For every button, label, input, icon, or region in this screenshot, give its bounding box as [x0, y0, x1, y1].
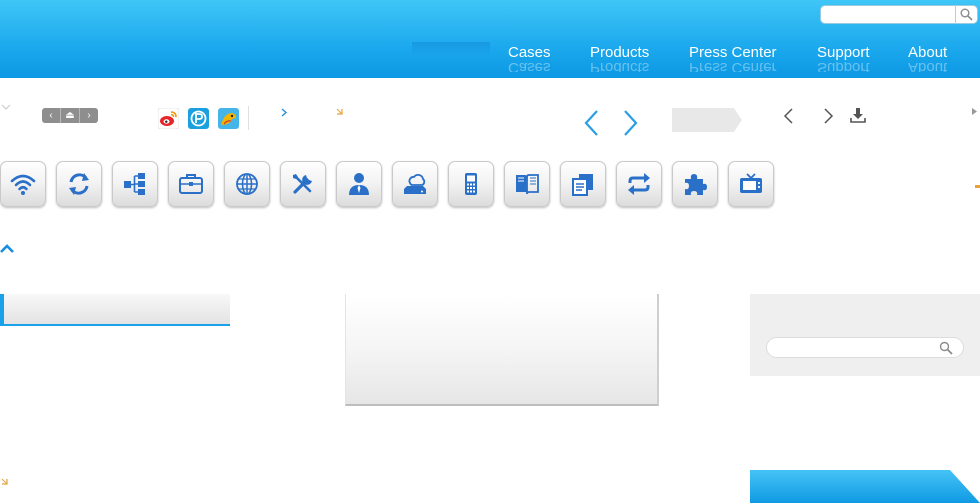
side-search — [766, 337, 964, 358]
cloud-drive-icon — [404, 174, 426, 194]
phone-icon — [465, 173, 477, 195]
edge-mark-icon — [975, 185, 980, 188]
nav-label-reflection: About — [908, 62, 948, 72]
chevron-up-icon[interactable] — [0, 244, 14, 254]
search-icon[interactable] — [939, 341, 953, 355]
nav-label: Press Center — [689, 44, 777, 61]
bird-app-icon[interactable] — [218, 108, 239, 129]
nav-label: Cases — [508, 44, 551, 61]
corner-arrow-icon — [336, 108, 343, 115]
book-icon — [516, 174, 539, 195]
sitemap-icon — [124, 173, 145, 195]
wifi-button[interactable] — [0, 161, 46, 207]
tools-button[interactable] — [280, 161, 326, 207]
phone-button[interactable] — [448, 161, 494, 207]
tv-icon — [740, 173, 762, 193]
nav-label-reflection: Products — [590, 62, 650, 72]
big-chevron-right-icon[interactable] — [620, 108, 640, 138]
sync-button[interactable] — [616, 161, 662, 207]
nav-label-reflection: Press Center — [689, 62, 777, 72]
main-nav: Cases Cases Products Products Press Cent… — [0, 44, 980, 72]
search-icon — [960, 8, 973, 21]
left-section-header — [0, 294, 230, 326]
eject-button[interactable]: ⏏ — [61, 108, 80, 123]
prev-button[interactable]: ‹ — [42, 108, 61, 123]
header-search-button[interactable] — [955, 5, 977, 24]
briefcase-button[interactable] — [168, 161, 214, 207]
side-search-input[interactable] — [777, 341, 927, 354]
header-search-input[interactable] — [825, 8, 951, 21]
tv-button[interactable] — [728, 161, 774, 207]
globe-icon — [236, 173, 258, 195]
wifi-icon — [10, 174, 36, 195]
nav-label: Products — [590, 44, 650, 61]
big-chevron-left-icon[interactable] — [582, 108, 602, 138]
header-search — [820, 5, 978, 24]
p-circle-icon[interactable] — [188, 108, 209, 129]
weibo-icon[interactable] — [157, 107, 180, 130]
nav-label-reflection: Support — [817, 62, 870, 72]
user-icon — [349, 173, 369, 195]
nav-label: About — [908, 44, 948, 61]
user-button[interactable] — [336, 161, 382, 207]
nav-item-about[interactable]: About About — [908, 44, 947, 72]
sitemap-button[interactable] — [112, 161, 158, 207]
refresh-icon — [69, 173, 89, 195]
right-search-panel — [750, 294, 980, 376]
chevron-right-icon[interactable] — [821, 106, 835, 126]
center-panel — [345, 294, 659, 406]
cloud-drive-button[interactable] — [392, 161, 438, 207]
next-button[interactable]: › — [80, 108, 98, 123]
mini-controls: ‹ ⏏ › — [42, 108, 98, 123]
chevron-left-icon[interactable] — [782, 106, 796, 126]
nav-label-reflection: Cases — [508, 62, 551, 72]
corner-arrow-icon — [1, 478, 8, 485]
tools-icon — [293, 174, 312, 194]
nav-item-cases[interactable]: Cases Cases — [508, 44, 551, 72]
grey-arrow-tag — [672, 108, 742, 132]
nav-item-press-center[interactable]: Press Center Press Center — [689, 44, 777, 72]
sync-icon — [628, 173, 650, 195]
chevron-down-icon — [1, 104, 11, 110]
refresh-button[interactable] — [56, 161, 102, 207]
briefcase-icon — [179, 174, 203, 194]
tiny-triangle-icon — [972, 108, 977, 115]
nav-label: Support — [817, 44, 870, 61]
copy-icon — [572, 174, 593, 196]
globe-button[interactable] — [224, 161, 270, 207]
download-icon[interactable] — [849, 106, 867, 124]
puzzle-icon — [685, 174, 707, 195]
book-button[interactable] — [504, 161, 550, 207]
chevron-right-icon[interactable] — [281, 108, 288, 117]
bottom-blue-tab — [750, 470, 980, 503]
puzzle-button[interactable] — [672, 161, 718, 207]
nav-item-support[interactable]: Support Support — [817, 44, 870, 72]
copy-button[interactable] — [560, 161, 606, 207]
top-header: Cases Cases Products Products Press Cent… — [0, 0, 980, 78]
nav-item-products[interactable]: Products Products — [590, 44, 649, 72]
toolbar-divider — [248, 106, 249, 130]
